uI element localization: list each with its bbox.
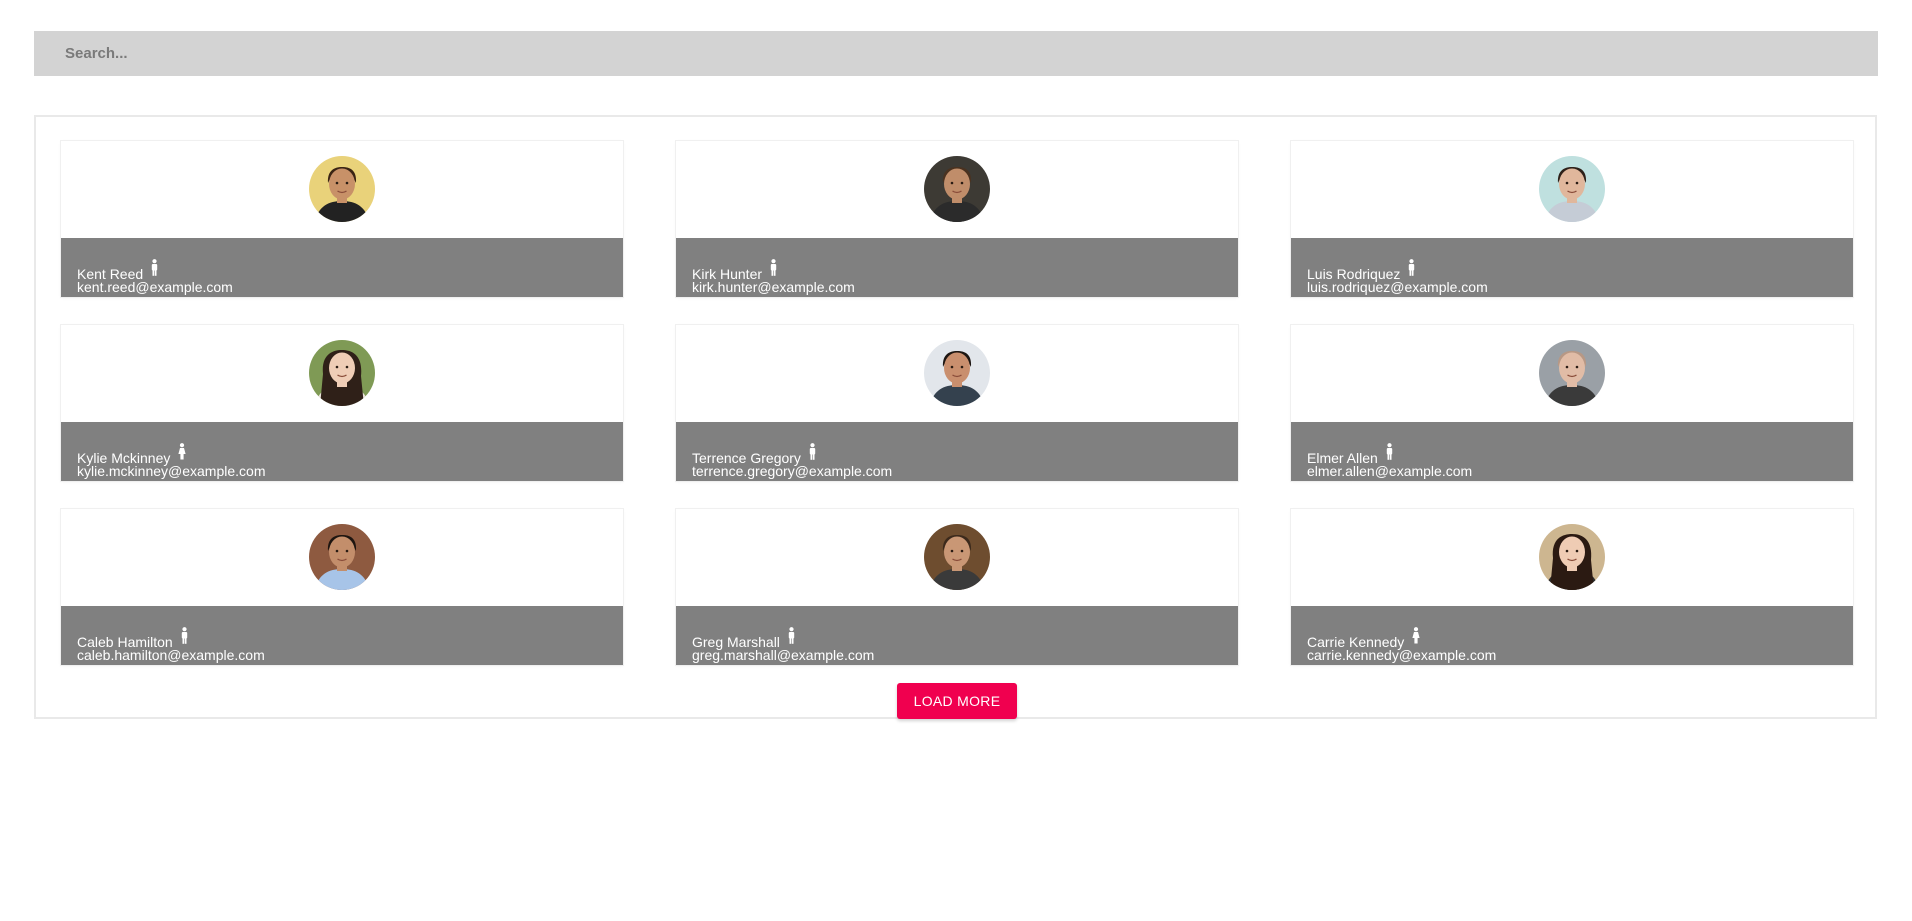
user-info-bar: Luis Rodriquez luis.rodriquez@example.co… [1291,238,1853,297]
user-card[interactable]: Kirk Hunter kirk.hunter@example.com [676,141,1238,297]
male-icon [151,259,158,276]
user-email: greg.marshall@example.com [692,647,875,663]
avatar [309,524,375,590]
user-card[interactable]: Greg Marshall greg.marshall@example.com [676,509,1238,665]
user-card[interactable]: Elmer Allen elmer.allen@example.com [1291,325,1853,481]
male-icon [788,627,795,644]
user-info-bar: Kent Reed kent.reed@example.com [61,238,623,297]
user-card[interactable]: Carrie Kennedy carrie.kennedy@example.co… [1291,509,1853,665]
user-card[interactable]: Terrence Gregory terrence.gregory@exampl… [676,325,1238,481]
search-bar [34,31,1878,76]
female-icon [1412,627,1420,644]
avatar [309,340,375,406]
male-icon [1386,443,1393,460]
user-info-bar: Elmer Allen elmer.allen@example.com [1291,422,1853,481]
avatar [309,156,375,222]
load-more-button[interactable]: LOAD MORE [897,683,1017,719]
male-icon [1408,259,1415,276]
user-info-bar: Kirk Hunter kirk.hunter@example.com [676,238,1238,297]
avatar [1539,524,1605,590]
user-email: elmer.allen@example.com [1307,463,1473,479]
user-card[interactable]: Luis Rodriquez luis.rodriquez@example.co… [1291,141,1853,297]
user-info-bar: Terrence Gregory terrence.gregory@exampl… [676,422,1238,481]
user-email: luis.rodriquez@example.com [1307,279,1488,295]
user-info-bar: Carrie Kennedy carrie.kennedy@example.co… [1291,606,1853,665]
user-email: caleb.hamilton@example.com [77,647,265,663]
user-info-bar: Caleb Hamilton caleb.hamilton@example.co… [61,606,623,665]
user-email: kylie.mckinney@example.com [77,463,266,479]
user-info-bar: Greg Marshall greg.marshall@example.com [676,606,1238,665]
search-input[interactable] [34,31,1878,76]
user-email: kent.reed@example.com [77,279,233,295]
female-icon [178,443,186,460]
user-info-bar: Kylie Mckinney kylie.mckinney@example.co… [61,422,623,481]
user-email: carrie.kennedy@example.com [1307,647,1497,663]
avatar [924,156,990,222]
avatar [924,340,990,406]
user-card[interactable]: Caleb Hamilton caleb.hamilton@example.co… [61,509,623,665]
user-email: terrence.gregory@example.com [692,463,893,479]
user-card[interactable]: Kylie Mckinney kylie.mckinney@example.co… [61,325,623,481]
user-list-panel: Kent Reed kent.reed@example.com Kirk Hun… [34,115,1877,719]
user-card-grid: Kent Reed kent.reed@example.com Kirk Hun… [61,141,1853,665]
user-card[interactable]: Kent Reed kent.reed@example.com [61,141,623,297]
user-email: kirk.hunter@example.com [692,279,855,295]
avatar [1539,340,1605,406]
male-icon [770,259,777,276]
male-icon [809,443,816,460]
avatar [924,524,990,590]
avatar [1539,156,1605,222]
male-icon [181,627,188,644]
